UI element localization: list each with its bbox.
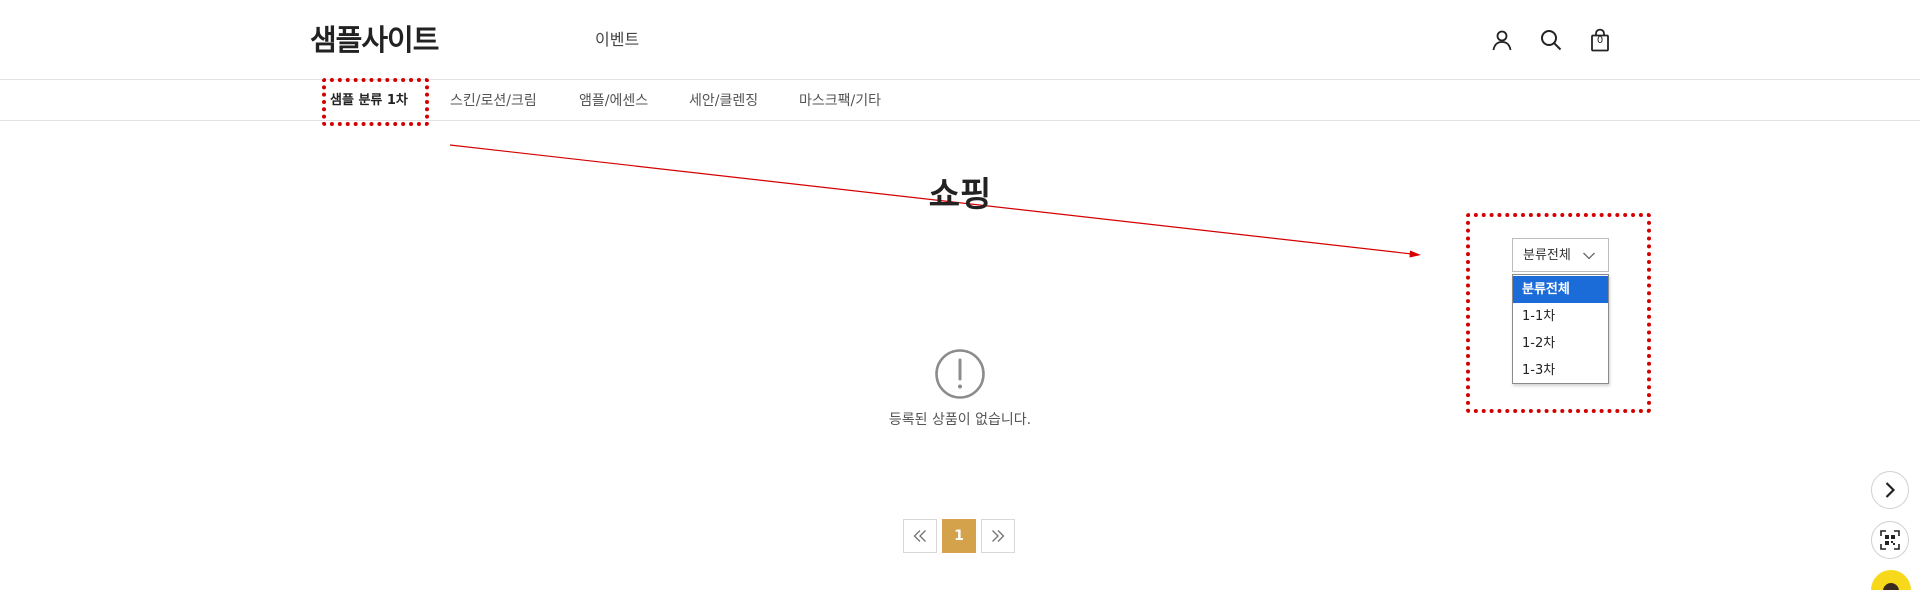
search-icon[interactable] — [1535, 24, 1567, 56]
category-item-cleansing[interactable]: 세안/클렌징 — [689, 91, 758, 111]
category-nav: 샘플 분류 1차 스킨/로션/크림 앰플/에센스 세안/클렌징 마스크팩/기타 — [0, 80, 1920, 121]
page-number-current[interactable]: 1 — [942, 519, 976, 553]
first-page-button[interactable] — [903, 519, 937, 553]
category-select-value: 분류전체 — [1523, 248, 1571, 263]
chevron-right-icon — [1885, 482, 1896, 498]
double-chevron-right-icon — [992, 530, 1005, 542]
exclamation-circle-icon — [935, 349, 985, 399]
annotation-box-category — [322, 78, 429, 126]
site-logo[interactable]: 샘플사이트 — [310, 21, 439, 59]
category-option-1-1[interactable]: 1-1차 — [1513, 303, 1608, 330]
category-option-1-2[interactable]: 1-2차 — [1513, 330, 1608, 357]
chat-icon — [1883, 583, 1899, 590]
last-page-button[interactable] — [981, 519, 1015, 553]
cart-count-badge: 0 — [1596, 35, 1604, 46]
category-item-maskpack-etc[interactable]: 마스크팩/기타 — [799, 91, 881, 111]
category-item-skin-lotion-cream[interactable]: 스킨/로션/크림 — [450, 91, 537, 111]
site-header: 샘플사이트 이벤트 0 — [0, 0, 1920, 80]
qr-code-button[interactable] — [1871, 521, 1909, 559]
event-link[interactable]: 이벤트 — [595, 29, 639, 51]
category-option-all[interactable]: 분류전체 — [1513, 276, 1608, 303]
category-item-ampoule-essence[interactable]: 앰플/에센스 — [579, 91, 648, 111]
category-option-1-3[interactable]: 1-3차 — [1513, 357, 1608, 384]
category-select[interactable]: 분류전체 — [1512, 238, 1609, 272]
expand-panel-button[interactable] — [1871, 471, 1909, 509]
chevron-down-icon — [1583, 252, 1595, 260]
category-select-dropdown: 분류전체 1-1차 1-2차 1-3차 — [1512, 274, 1609, 384]
qr-code-icon — [1880, 530, 1900, 550]
page-title: 쇼핑 — [928, 175, 992, 215]
empty-message: 등록된 상품이 없습니다. — [888, 412, 1032, 428]
double-chevron-left-icon — [913, 530, 926, 542]
cart-icon[interactable]: 0 — [1584, 24, 1616, 56]
page: 샘플사이트 이벤트 0 샘플 분류 1차 스킨/로션/크림 앰플/에센스 세안/… — [0, 0, 1920, 590]
chat-button[interactable] — [1871, 570, 1911, 590]
user-icon[interactable] — [1486, 24, 1518, 56]
